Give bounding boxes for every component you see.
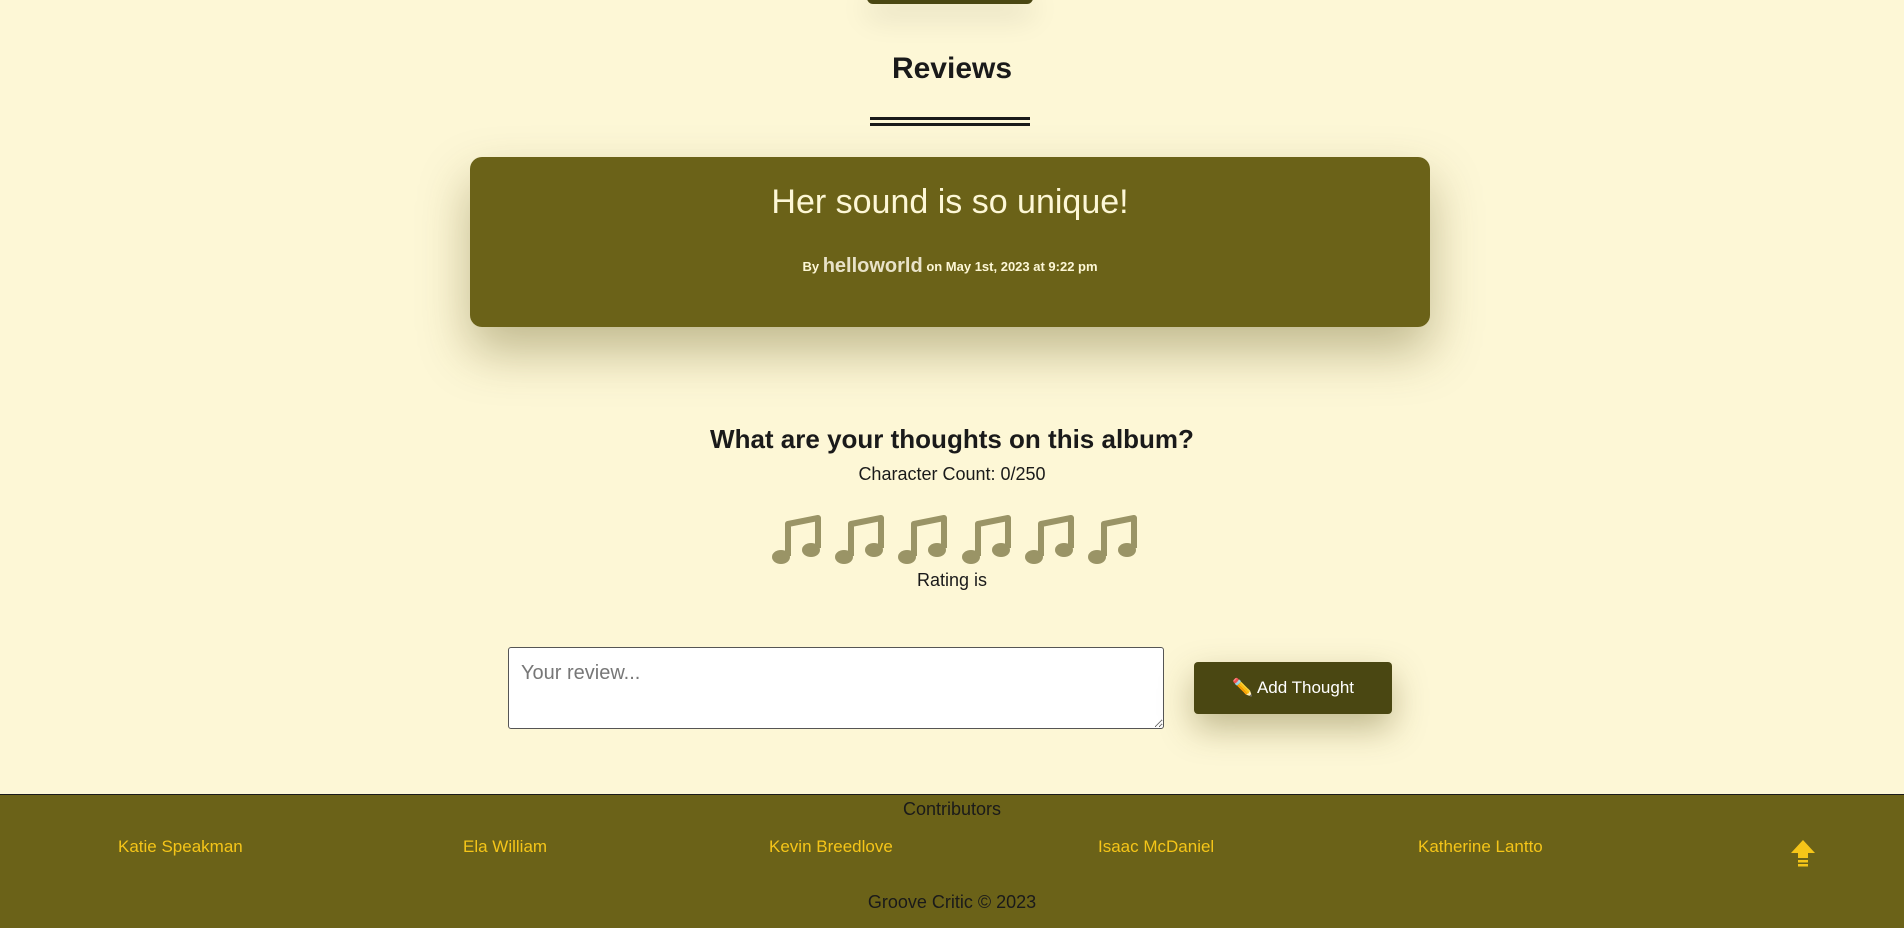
music-note-icon[interactable] — [833, 512, 887, 568]
top-tab-edge — [867, 0, 1033, 4]
heading-divider — [870, 117, 1030, 126]
review-meta: By helloworld on May 1st, 2023 at 9:22 p… — [470, 255, 1430, 278]
music-note-icon[interactable] — [770, 512, 824, 568]
copyright: Groove Critic © 2023 — [867, 892, 1037, 912]
review-username: helloworld — [822, 255, 923, 277]
review-title: Her sound is so unique! — [771, 183, 1129, 221]
review-card: Her sound is so unique! By helloworld on… — [470, 157, 1430, 327]
review-by-label: By — [802, 259, 820, 274]
review-input[interactable] — [508, 647, 1164, 729]
contributor-link[interactable]: Katherine Lantto — [1418, 837, 1543, 857]
contributor-link[interactable]: Kevin Breedlove — [769, 837, 893, 857]
contributor-link[interactable]: Isaac McDaniel — [1098, 837, 1214, 857]
contributor-link[interactable]: Ela William — [463, 837, 547, 857]
contributors-title: Contributors — [902, 799, 1002, 819]
page: Reviews Her sound is so unique! By hello… — [0, 0, 1904, 928]
reviews-heading: Reviews — [891, 52, 1013, 85]
music-note-icon[interactable] — [896, 512, 950, 568]
review-date: on May 1st, 2023 at 9:22 pm — [926, 259, 1098, 274]
music-note-icon[interactable] — [960, 512, 1014, 568]
add-thought-button[interactable]: ✏️ Add Thought — [1194, 662, 1392, 714]
contributor-link[interactable]: Katie Speakman — [118, 837, 243, 857]
rating-selector — [770, 512, 1140, 572]
review-form-heading: What are your thoughts on this album? — [710, 424, 1194, 454]
up-arrow-icon[interactable] — [1790, 839, 1816, 869]
footer: Contributors Katie Speakman Ela William … — [0, 794, 1904, 928]
music-note-icon[interactable] — [1086, 512, 1140, 568]
character-count: Character Count: 0/250 — [858, 464, 1046, 484]
rating-label: Rating is — [916, 570, 988, 590]
music-note-icon[interactable] — [1023, 512, 1077, 568]
